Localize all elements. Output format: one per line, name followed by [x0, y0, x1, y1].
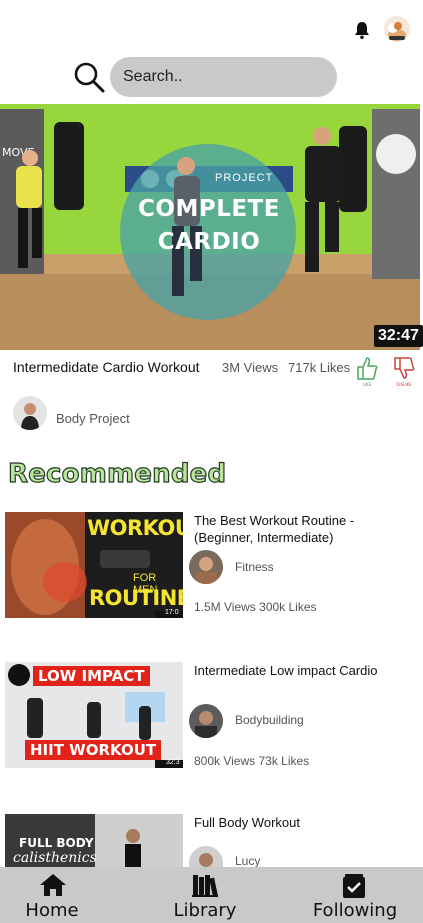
thumbnail-duration: 32:3 [166, 759, 180, 766]
featured-channel-row[interactable]: Body Project [0, 394, 423, 434]
search-icon[interactable] [72, 60, 106, 94]
channel-name[interactable]: Bodybuilding [235, 713, 304, 727]
channel-avatar[interactable] [13, 396, 47, 430]
nav-library-label: Library [173, 900, 237, 921]
channel-name[interactable]: Lucy [235, 854, 260, 868]
featured-video-title[interactable]: Intermedidate Cardio Workout [13, 359, 200, 375]
video-thumbnail[interactable]: LOW IMPACT HIIT WORKOUT 32:3 [5, 662, 183, 768]
channel-avatar[interactable] [189, 704, 223, 738]
bottom-navigation: Home Library Following [0, 867, 423, 923]
nav-home[interactable]: Home [14, 867, 90, 923]
video-title[interactable]: Full Body Workout [194, 814, 416, 831]
video-thumbnail[interactable]: FULL BODY calisthenics [5, 814, 183, 870]
recommended-heading: Recommended [7, 458, 227, 489]
channel-name[interactable]: Body Project [56, 411, 130, 426]
thumbnail-text-bottom: calisthenics [13, 850, 97, 866]
banner-text: PROJECT [215, 172, 274, 184]
recommended-video-item[interactable]: WORKOUT FOR MEN ROUTINE 17:0 The Best Wo… [0, 512, 423, 622]
thumbnail-text-bottom: ROUTINE [89, 586, 183, 610]
channel-avatar[interactable] [189, 550, 223, 584]
video-title[interactable]: Intermediate Low impact Cardio [194, 662, 416, 679]
recommended-video-item[interactable]: LOW IMPACT HIIT WORKOUT 32:3 Intermediat… [0, 662, 423, 772]
nav-library[interactable]: Library [160, 867, 250, 923]
following-check-icon [343, 874, 365, 898]
search-input[interactable] [110, 57, 337, 97]
video-stats: 800k Views 73k Likes [194, 754, 310, 768]
home-icon [40, 874, 66, 896]
video-title[interactable]: The Best Workout Routine - (Beginner, In… [194, 512, 416, 546]
recommended-video-item[interactable]: FULL BODY calisthenics Full Body Workout… [0, 814, 423, 880]
nav-following-label: Following [312, 900, 398, 921]
video-duration: 32:47 [374, 325, 423, 347]
dislike-button[interactable]: DISLIKE [392, 355, 416, 387]
thumbnail-text-top: LOW IMPACT [33, 666, 150, 686]
thumbnail-text-top: WORKOUT [87, 516, 183, 540]
like-button[interactable]: LIKE [355, 355, 379, 387]
video-stats: 1.5M Views 300k Likes [194, 600, 317, 614]
featured-video-info: Intermedidate Cardio Workout 3M Views 71… [0, 352, 423, 392]
featured-likes: 717k Likes [288, 360, 351, 375]
top-bar [0, 0, 423, 110]
thumbs-up-icon [357, 357, 378, 380]
nav-following[interactable]: Following [300, 867, 410, 923]
featured-views: 3M Views [222, 360, 279, 375]
thumbs-down-icon [394, 357, 415, 379]
thumbnail-text-top: FULL BODY [19, 836, 94, 850]
nav-home-label: Home [25, 900, 79, 921]
library-icon [192, 875, 218, 897]
video-thumbnail[interactable]: WORKOUT FOR MEN ROUTINE 17:0 [5, 512, 183, 618]
thumbnail-text-bottom: HIIT WORKOUT [25, 740, 162, 760]
channel-name[interactable]: Fitness [235, 560, 274, 574]
thumbnail-duration: 17:0 [165, 609, 179, 616]
bell-icon[interactable] [352, 20, 372, 40]
featured-overlay-title: COMPLETE CARDIO [138, 196, 280, 255]
user-avatar[interactable] [384, 16, 410, 42]
